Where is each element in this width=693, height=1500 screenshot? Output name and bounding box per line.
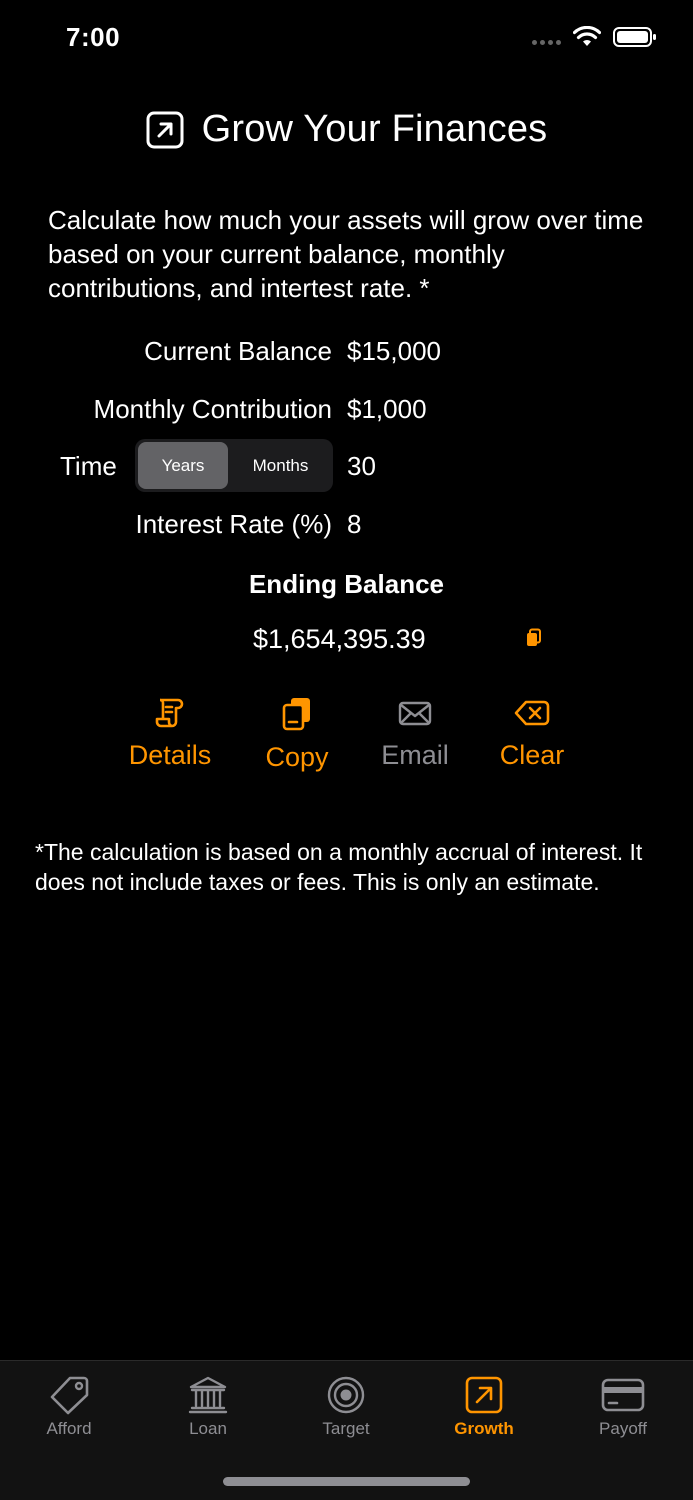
tab-payoff[interactable]: Payoff bbox=[563, 1375, 683, 1439]
copy-icon bbox=[282, 698, 310, 731]
wifi-icon bbox=[573, 26, 601, 46]
email-label: Email bbox=[381, 740, 449, 770]
interest-rate-field[interactable]: 8 bbox=[347, 509, 361, 540]
credit-card-icon bbox=[601, 1378, 645, 1412]
tag-icon bbox=[50, 1376, 89, 1415]
envelope-icon bbox=[398, 701, 432, 726]
current-balance-field[interactable]: $15,000 bbox=[347, 336, 441, 367]
status-icons bbox=[532, 26, 657, 48]
tab-loan-label: Loan bbox=[189, 1419, 227, 1438]
cellular-signal-icon bbox=[532, 39, 561, 45]
tab-loan[interactable]: Loan bbox=[148, 1375, 268, 1439]
tab-growth[interactable]: Growth bbox=[424, 1375, 544, 1439]
monthly-contribution-label: Monthly Contribution bbox=[93, 394, 332, 424]
target-icon bbox=[327, 1376, 365, 1414]
clear-label: Clear bbox=[499, 740, 565, 770]
page-title: Grow Your Finances bbox=[201, 108, 548, 150]
description-text: Calculate how much your assets will grow… bbox=[48, 205, 644, 303]
time-unit-segmented-control[interactable]: Years Months bbox=[135, 439, 333, 492]
page-header: Grow Your Finances bbox=[0, 108, 693, 151]
monthly-contribution-field[interactable]: $1,000 bbox=[347, 394, 427, 425]
tab-growth-label: Growth bbox=[454, 1419, 514, 1438]
scroll-icon bbox=[155, 698, 184, 728]
copy-label: Copy bbox=[265, 742, 329, 772]
status-time: 7:00 bbox=[66, 22, 121, 52]
arrow-up-right-square-icon bbox=[465, 1376, 503, 1414]
current-balance-label: Current Balance bbox=[144, 336, 332, 366]
battery-icon bbox=[613, 27, 656, 47]
tab-afford[interactable]: Afford bbox=[9, 1375, 129, 1439]
arrow-up-right-square-icon bbox=[146, 111, 184, 148]
footnote-text: *The calculation is based on a monthly a… bbox=[35, 839, 643, 895]
segment-years[interactable]: Years bbox=[138, 442, 228, 489]
details-label: Details bbox=[128, 740, 212, 770]
tab-payoff-label: Payoff bbox=[599, 1419, 647, 1438]
tab-target-label: Target bbox=[322, 1419, 370, 1438]
tab-target[interactable]: Target bbox=[286, 1375, 406, 1439]
bank-icon bbox=[188, 1376, 228, 1414]
copy-icon bbox=[527, 628, 541, 646]
email-button[interactable]: Email bbox=[365, 696, 465, 771]
copy-button[interactable]: Copy bbox=[247, 696, 347, 773]
details-button[interactable]: Details bbox=[120, 696, 220, 771]
copy-result-button[interactable] bbox=[525, 628, 543, 653]
ending-balance-title: Ending Balance bbox=[248, 569, 445, 599]
home-indicator bbox=[223, 1477, 470, 1486]
delete-left-icon bbox=[514, 700, 550, 726]
ending-balance-value: $1,654,395.39 bbox=[253, 624, 426, 654]
tab-afford-label: Afford bbox=[46, 1419, 92, 1438]
time-label: Time bbox=[60, 451, 117, 481]
clear-button[interactable]: Clear bbox=[482, 696, 582, 771]
time-field[interactable]: 30 bbox=[347, 451, 376, 482]
segment-months[interactable]: Months bbox=[231, 442, 330, 489]
interest-rate-label: Interest Rate (%) bbox=[135, 509, 332, 539]
